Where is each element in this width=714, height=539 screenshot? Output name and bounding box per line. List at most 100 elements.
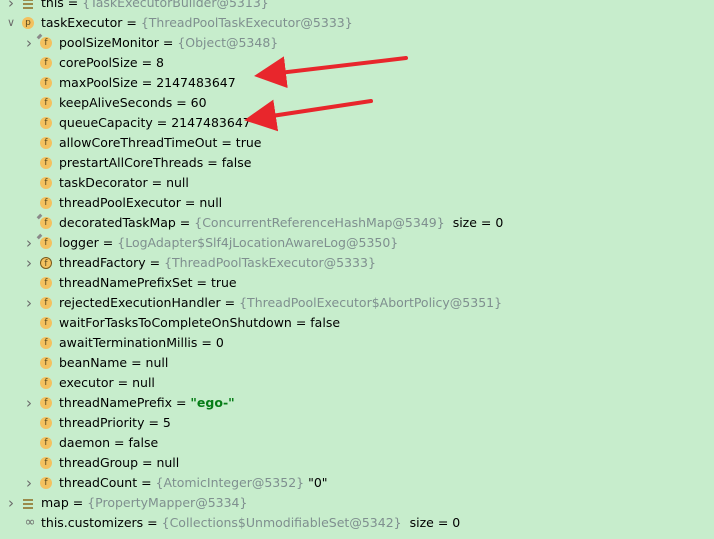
tree-row-thread-name-prefix[interactable]: › f threadNamePrefix = "ego-" xyxy=(0,393,714,413)
equals-sign: = xyxy=(138,455,157,470)
tree-row-daemon[interactable]: f daemon = false xyxy=(0,433,714,453)
tree-row-thread-group[interactable]: f threadGroup = null xyxy=(0,453,714,473)
tree-row-keep-alive-seconds[interactable]: f keepAliveSeconds = 60 xyxy=(0,93,714,113)
tree-row-bean-name[interactable]: f beanName = null xyxy=(0,353,714,373)
field-icon: f xyxy=(40,377,52,389)
expand-chevron-icon[interactable]: › xyxy=(24,233,34,253)
expand-chevron-icon[interactable]: › xyxy=(6,493,16,513)
variable-value: null xyxy=(156,455,180,470)
equals-sign: = xyxy=(143,515,162,530)
tree-row-await-termination-millis[interactable]: f awaitTerminationMillis = 0 xyxy=(0,333,714,353)
tree-row-text: poolSizeMonitor = {Object@5348} xyxy=(59,33,278,53)
tree-row-wait-for-tasks-to-complete-on-shutdown[interactable]: f waitForTasksToCompleteOnShutdown = fals… xyxy=(0,313,714,333)
tree-row-allow-core-thread-time-out[interactable]: f allowCoreThreadTimeOut = true xyxy=(0,133,714,153)
tree-row-thread-priority[interactable]: f threadPriority = 5 xyxy=(0,413,714,433)
tree-row-text: threadNamePrefixSet = true xyxy=(59,273,237,293)
tree-row-core-pool-size[interactable]: f corePoolSize = 8 xyxy=(0,53,714,73)
tree-row-this-customizers[interactable]: ∞ this.customizers = {Collections$Unmodif… xyxy=(0,513,714,533)
field-icon: f xyxy=(40,317,52,329)
equals-sign: = xyxy=(152,115,172,130)
tree-row-task-executor[interactable]: ∨ p taskExecutor = {ThreadPoolTaskExecutor… xyxy=(0,13,714,33)
tree-row-task-decorator[interactable]: f taskDecorator = null xyxy=(0,173,714,193)
tree-row-this[interactable]: › this = {TaskExecutorBuilder@5313} xyxy=(0,0,714,13)
variable-name: executor xyxy=(59,375,114,390)
variable-name: logger xyxy=(59,235,99,250)
field-icon: f xyxy=(40,97,52,109)
variable-name: queueCapacity xyxy=(59,115,153,130)
expand-chevron-icon[interactable]: › xyxy=(24,473,34,493)
expand-chevron-icon[interactable]: › xyxy=(24,33,34,53)
variable-name: this.customizers xyxy=(41,515,144,530)
tree-row-text: queueCapacity = 2147483647 xyxy=(59,113,251,133)
equals-sign: = xyxy=(144,415,163,430)
field-icon: f xyxy=(40,277,52,289)
equals-sign: = xyxy=(172,395,191,410)
watch-infinity-icon: ∞ xyxy=(24,515,36,530)
tree-row-thread-factory[interactable]: › f threadFactory = {ThreadPoolTaskExecuto… xyxy=(0,253,714,273)
tree-row-thread-count[interactable]: › f threadCount = {AtomicInteger@5352} "0" xyxy=(0,473,714,493)
variable-value: "0" xyxy=(308,475,328,490)
object-reference: {TaskExecutorBuilder@5313} xyxy=(82,0,269,10)
object-reference: {Collections$UnmodifiableSet@5342} xyxy=(161,515,402,530)
tree-row-text: threadGroup = null xyxy=(59,453,179,473)
tree-row-text: threadPoolExecutor = null xyxy=(59,193,222,213)
object-reference: {LogAdapter$Slf4jLocationAwareLog@5350} xyxy=(117,235,399,250)
tree-row-decorated-task-map[interactable]: f decoratedTaskMap = {ConcurrentReference… xyxy=(0,213,714,233)
expand-chevron-icon[interactable]: › xyxy=(6,0,16,13)
property-icon: p xyxy=(22,17,34,29)
variable-value: null xyxy=(166,175,189,190)
tree-row-text: taskExecutor = {ThreadPoolTaskExecutor@5… xyxy=(41,13,353,33)
field-icon: f xyxy=(40,57,52,69)
variable-value: 60 xyxy=(190,95,207,110)
tree-row-text: daemon = false xyxy=(59,433,158,453)
variable-value: 2147483647 xyxy=(156,75,236,90)
tree-row-text: prestartAllCoreThreads = false xyxy=(59,153,251,173)
tree-row-map[interactable]: › map = {PropertyMapper@5334} xyxy=(0,493,714,513)
tree-row-prestart-all-core-threads[interactable]: f prestartAllCoreThreads = false xyxy=(0,153,714,173)
variable-name: daemon xyxy=(59,435,111,450)
equals-sign: = xyxy=(122,15,141,30)
variable-value: null xyxy=(132,375,155,390)
variable-name: threadFactory xyxy=(59,255,146,270)
field-icon: f xyxy=(40,477,52,489)
static-field-icon: f xyxy=(40,217,52,229)
variable-name: taskDecorator xyxy=(59,175,148,190)
equals-sign: = xyxy=(192,275,211,290)
tree-row-thread-pool-executor[interactable]: f threadPoolExecutor = null xyxy=(0,193,714,213)
variable-name: decoratedTaskMap xyxy=(59,215,176,230)
tree-row-executor[interactable]: f executor = null xyxy=(0,373,714,393)
local-variable-icon xyxy=(22,0,34,9)
variable-value: 0 xyxy=(215,335,224,350)
tree-row-text: executor = null xyxy=(59,373,155,393)
tree-row-thread-name-prefix-set[interactable]: f threadNamePrefixSet = true xyxy=(0,273,714,293)
field-icon: f xyxy=(40,357,52,369)
field-icon: f xyxy=(40,417,52,429)
field-icon: f xyxy=(40,397,52,409)
tree-row-queue-capacity[interactable]: f queueCapacity = 2147483647 xyxy=(0,113,714,133)
equals-sign: = xyxy=(172,95,191,110)
field-icon: f xyxy=(40,157,52,169)
static-field-icon: f xyxy=(40,37,52,49)
equals-sign: = xyxy=(217,135,236,150)
variable-name: threadGroup xyxy=(59,455,139,470)
variable-name: threadPoolExecutor xyxy=(59,195,181,210)
collection-size: size = 0 xyxy=(409,515,461,530)
variable-value: false xyxy=(310,315,341,330)
tree-row-logger[interactable]: › f logger = {LogAdapter$Slf4jLocationAwar… xyxy=(0,233,714,253)
expand-chevron-icon[interactable]: › xyxy=(24,253,34,273)
variable-value: true xyxy=(235,135,262,150)
variable-value: true xyxy=(210,275,237,290)
collapse-chevron-icon[interactable]: ∨ xyxy=(6,13,16,33)
expand-chevron-icon[interactable]: › xyxy=(24,393,34,413)
tree-row-text: threadCount = {AtomicInteger@5352} "0" xyxy=(59,473,328,493)
variable-name: this xyxy=(41,0,64,10)
tree-row-max-pool-size[interactable]: f maxPoolSize = 2147483647 xyxy=(0,73,714,93)
final-field-icon: f xyxy=(40,257,52,269)
expand-chevron-icon[interactable]: › xyxy=(24,293,34,313)
tree-row-rejected-execution-handler[interactable]: › f rejectedExecutionHandler = {ThreadPool… xyxy=(0,293,714,313)
variable-value: null xyxy=(199,195,223,210)
tree-row-text: taskDecorator = null xyxy=(59,173,189,193)
tree-row-pool-size-monitor[interactable]: › f poolSizeMonitor = {Object@5348} xyxy=(0,33,714,53)
field-icon: f xyxy=(40,137,52,149)
variable-name: threadNamePrefixSet xyxy=(59,275,193,290)
